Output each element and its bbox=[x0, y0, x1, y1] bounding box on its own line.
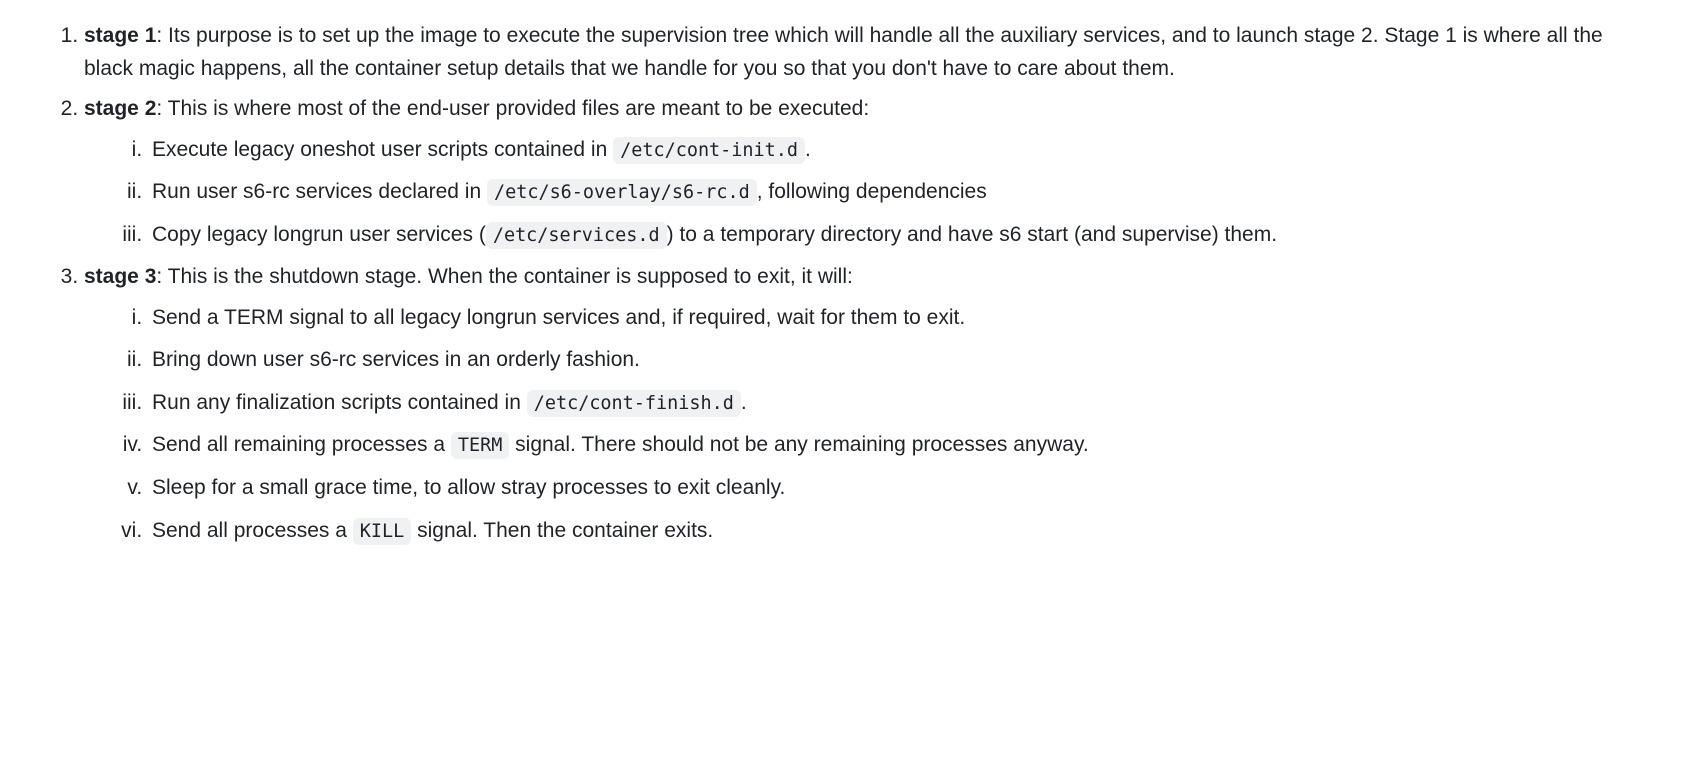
stage-2-step-2: Run user s6-rc services declared in /etc… bbox=[148, 176, 1650, 209]
text: Bring down user s6-rc services in an ord… bbox=[152, 348, 640, 371]
stage-3-step-3: Run any finalization scripts contained i… bbox=[148, 387, 1650, 420]
text: , following dependencies bbox=[757, 180, 987, 203]
code-path: /etc/services.d bbox=[486, 222, 667, 249]
stage-3-step-6: Send all processes a KILL signal. Then t… bbox=[148, 515, 1650, 548]
stage-1-desc: : Its purpose is to set up the image to … bbox=[84, 24, 1603, 80]
text: signal. There should not be any remainin… bbox=[509, 433, 1088, 456]
text: . bbox=[741, 391, 747, 414]
stage-2-item: stage 2: This is where most of the end-u… bbox=[84, 93, 1650, 251]
stage-3-sublist: Send a TERM signal to all legacy longrun… bbox=[84, 302, 1650, 547]
text: Send all remaining processes a bbox=[152, 433, 451, 456]
text: Run any finalization scripts contained i… bbox=[152, 391, 527, 414]
stage-3-item: stage 3: This is the shutdown stage. Whe… bbox=[84, 261, 1650, 547]
text: Run user s6-rc services declared in bbox=[152, 180, 487, 203]
text: Send all processes a bbox=[152, 519, 353, 542]
code-signal: TERM bbox=[451, 432, 509, 459]
stage-1-item: stage 1: Its purpose is to set up the im… bbox=[84, 20, 1650, 85]
text: Copy legacy longrun user services ( bbox=[152, 223, 486, 246]
code-signal: KILL bbox=[353, 518, 411, 545]
code-path: /etc/cont-finish.d bbox=[527, 390, 741, 417]
stage-1-label: stage 1 bbox=[84, 24, 156, 47]
code-path: /etc/cont-init.d bbox=[613, 137, 805, 164]
stage-3-desc: : This is the shutdown stage. When the c… bbox=[156, 265, 852, 288]
stage-3-step-2: Bring down user s6-rc services in an ord… bbox=[148, 344, 1650, 377]
stage-2-step-3: Copy legacy longrun user services (/etc/… bbox=[148, 219, 1650, 252]
document-body: stage 1: Its purpose is to set up the im… bbox=[0, 0, 1700, 567]
stage-3-step-1: Send a TERM signal to all legacy longrun… bbox=[148, 302, 1650, 335]
text: Send a TERM signal to all legacy longrun… bbox=[152, 306, 965, 329]
stage-3-label: stage 3 bbox=[84, 265, 156, 288]
stage-2-sublist: Execute legacy oneshot user scripts cont… bbox=[84, 134, 1650, 252]
stage-3-step-5: Sleep for a small grace time, to allow s… bbox=[148, 472, 1650, 505]
stage-2-desc: : This is where most of the end-user pro… bbox=[156, 97, 869, 120]
stages-list: stage 1: Its purpose is to set up the im… bbox=[50, 20, 1650, 547]
stage-2-step-1: Execute legacy oneshot user scripts cont… bbox=[148, 134, 1650, 167]
stage-3-step-4: Send all remaining processes a TERM sign… bbox=[148, 429, 1650, 462]
text: Sleep for a small grace time, to allow s… bbox=[152, 476, 785, 499]
text: . bbox=[805, 138, 811, 161]
stage-2-label: stage 2 bbox=[84, 97, 156, 120]
text: signal. Then the container exits. bbox=[411, 519, 713, 542]
text: Execute legacy oneshot user scripts cont… bbox=[152, 138, 613, 161]
code-path: /etc/s6-overlay/s6-rc.d bbox=[487, 179, 757, 206]
text: ) to a temporary directory and have s6 s… bbox=[667, 223, 1277, 246]
